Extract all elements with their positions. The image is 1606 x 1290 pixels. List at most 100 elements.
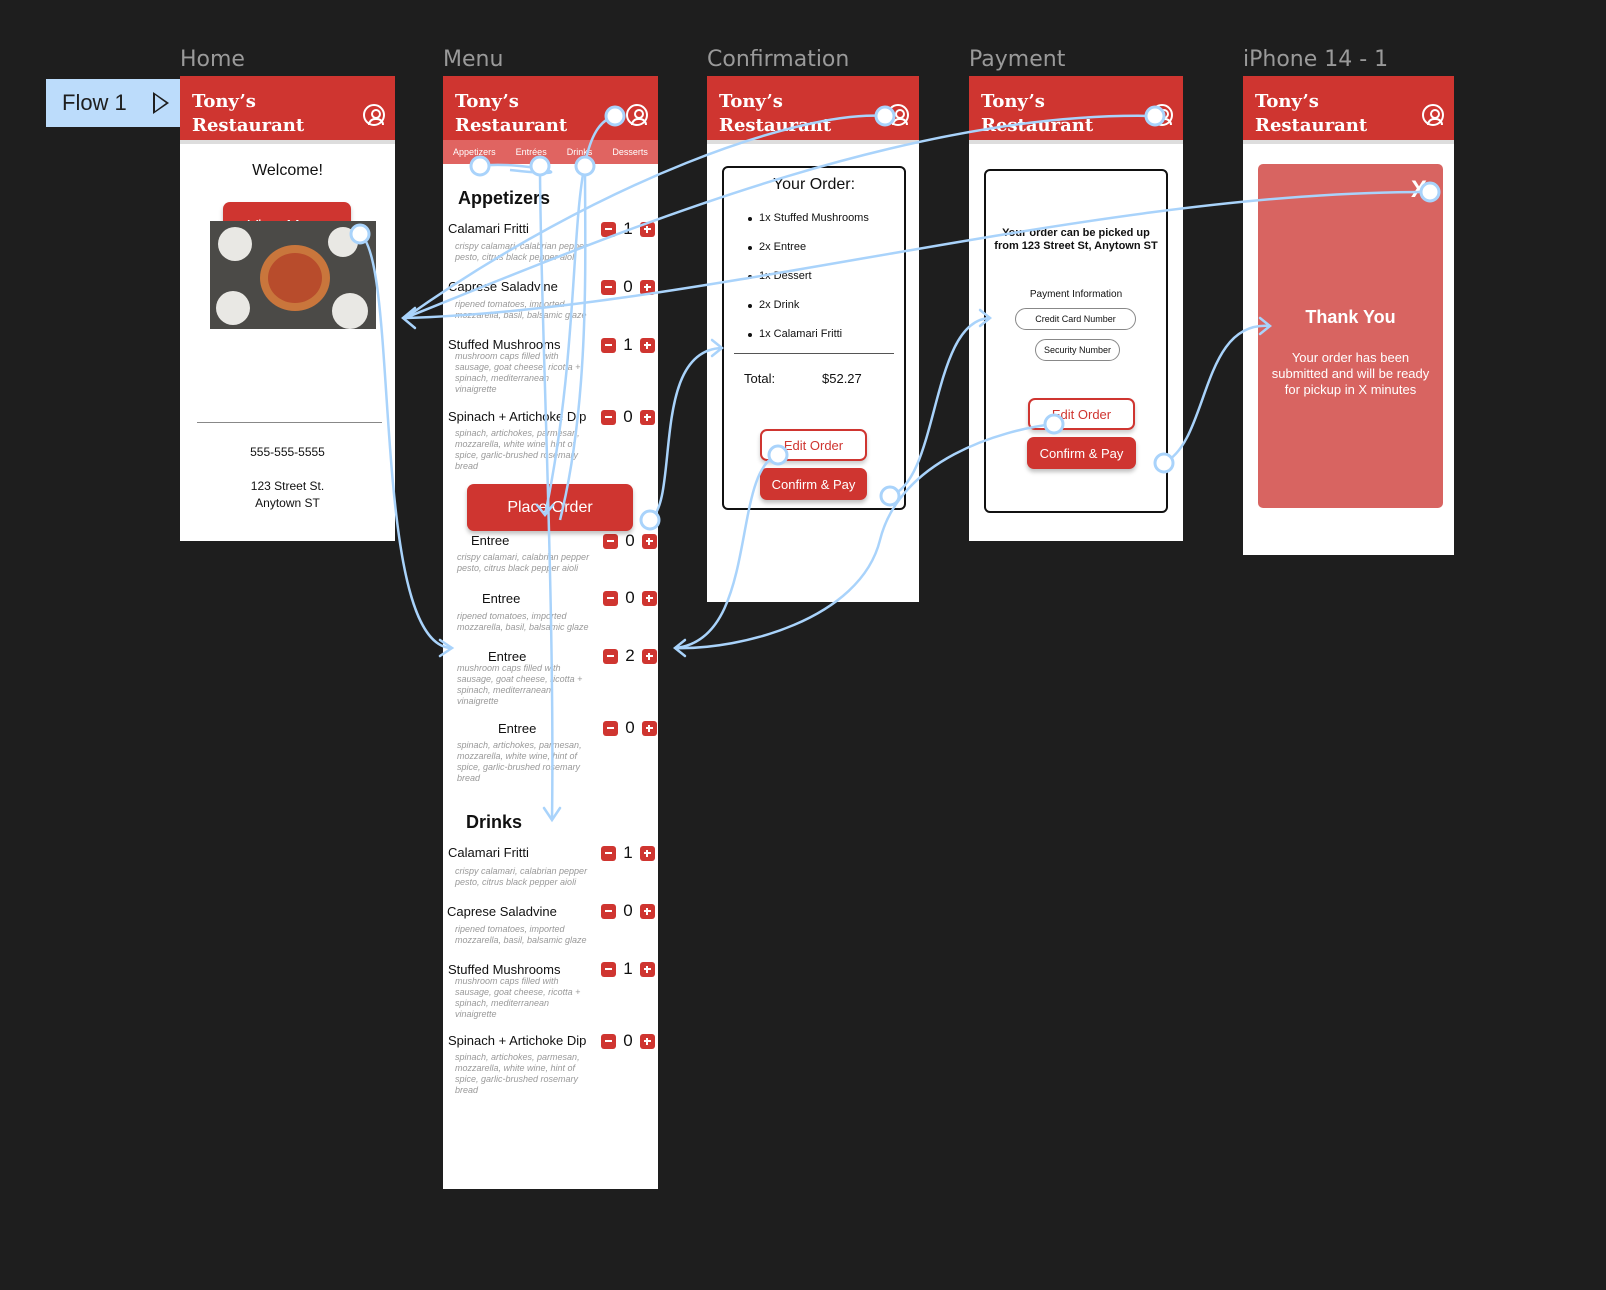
frame-label-home[interactable]: Home [180, 47, 245, 72]
tab-desserts[interactable]: Desserts [612, 147, 648, 157]
security-number-field[interactable]: Security Number [1035, 339, 1120, 361]
quantity-stepper: 0 [603, 531, 657, 551]
arrow-head-icon [401, 306, 417, 330]
order-item: 1x Calamari Fritti [747, 328, 843, 340]
user-icon[interactable] [887, 104, 909, 126]
restaurant-name: Tony’s Restaurant [719, 91, 832, 136]
divider [734, 353, 894, 354]
flow-start-badge[interactable]: Flow 1 [46, 79, 184, 127]
welcome-text: Welcome! [252, 162, 323, 179]
minus-icon[interactable] [601, 409, 616, 425]
item-description: ripened tomatoes, imported mozzarella, b… [455, 924, 587, 945]
frame-label-menu[interactable]: Menu [443, 47, 503, 72]
plus-icon[interactable] [640, 845, 655, 861]
item-name: Caprese Saladvine [448, 279, 558, 294]
header-shadow [180, 140, 395, 144]
plus-icon[interactable] [642, 590, 657, 606]
item-name: Entree [488, 649, 527, 664]
plus-icon[interactable] [642, 648, 657, 664]
item-name: Calamari Fritti [448, 221, 529, 236]
quantity-value: 1 [623, 219, 633, 238]
quantity-value: 0 [623, 901, 633, 920]
quantity-value: 0 [623, 407, 633, 426]
menu-tabs: Appetizers Entrées Drinks Desserts [443, 140, 658, 164]
minus-icon[interactable] [601, 337, 616, 353]
quantity-value: 0 [625, 531, 635, 550]
frame-label-confirmation[interactable]: Confirmation [707, 47, 849, 72]
arrow-head-icon [672, 638, 687, 658]
play-icon[interactable] [152, 92, 169, 114]
address-line2: Anytown ST [255, 496, 320, 510]
thank-you-card: X Thank You Your order has been submitte… [1258, 164, 1443, 508]
quantity-stepper: 1 [601, 959, 655, 979]
frame-label-iphone[interactable]: iPhone 14 - 1 [1243, 47, 1388, 72]
user-icon[interactable] [1422, 104, 1444, 126]
minus-icon[interactable] [603, 590, 618, 606]
item-name: Caprese Saladvine [447, 904, 557, 919]
user-icon[interactable] [363, 104, 385, 126]
quantity-value: 0 [623, 1031, 633, 1050]
minus-icon[interactable] [601, 221, 616, 237]
drinks-heading: Drinks [466, 812, 523, 832]
minus-icon[interactable] [601, 961, 616, 977]
minus-icon[interactable] [603, 533, 618, 549]
plus-icon[interactable] [640, 961, 655, 977]
thank-you-screen: Tony’s Restaurant X Thank You Your order… [1243, 76, 1454, 555]
place-order-button[interactable]: Place Order [467, 484, 633, 531]
item-description: mushroom caps filled with sausage, goat … [457, 663, 583, 706]
credit-card-field[interactable]: Credit Card Number [1015, 308, 1136, 330]
payment-info-title: Payment Information [1029, 289, 1123, 300]
confirmation-screen: Tony’s Restaurant Your Order: 1x Stuffed… [707, 76, 919, 602]
item-name: Stuffed Mushrooms [448, 337, 561, 352]
phone-number: 555-555-5555 [250, 445, 325, 459]
quantity-value: 1 [623, 335, 633, 354]
plus-icon[interactable] [640, 221, 655, 237]
tab-entrees[interactable]: Entrées [516, 147, 547, 157]
item-description: crispy calamari, calabrian pepper pesto,… [455, 866, 588, 887]
minus-icon[interactable] [601, 903, 616, 919]
minus-icon[interactable] [603, 648, 618, 664]
quantity-stepper: 1 [601, 219, 655, 239]
appetizers-heading: Appetizers [458, 188, 551, 208]
edit-order-button[interactable]: Edit Order [1028, 398, 1135, 430]
confirm-pay-button[interactable]: Confirm & Pay [1027, 437, 1136, 469]
user-icon[interactable] [626, 104, 648, 126]
plus-icon[interactable] [642, 720, 657, 736]
item-name: Stuffed Mushrooms [448, 962, 561, 977]
quantity-value: 0 [625, 588, 635, 607]
minus-icon[interactable] [601, 1033, 616, 1049]
minus-icon[interactable] [601, 845, 616, 861]
confirm-pay-button[interactable]: Confirm & Pay [760, 468, 867, 500]
plus-icon[interactable] [642, 533, 657, 549]
user-icon[interactable] [1151, 104, 1173, 126]
quantity-stepper: 0 [603, 588, 657, 608]
close-icon[interactable]: X [1411, 176, 1427, 204]
frame-label-payment[interactable]: Payment [969, 47, 1065, 72]
restaurant-name: Tony’s Restaurant [1255, 91, 1368, 136]
order-item: 1x Dessert [748, 270, 812, 282]
restaurant-name: Tony’s Restaurant [455, 91, 568, 136]
plus-icon[interactable] [640, 409, 655, 425]
plus-icon[interactable] [640, 337, 655, 353]
order-title: Your Order: [772, 176, 856, 193]
item-description: ripened tomatoes, imported mozzarella, b… [457, 611, 589, 632]
restaurant-name: Tony’s Restaurant [192, 91, 305, 136]
tab-appetizers[interactable]: Appetizers [453, 147, 496, 157]
minus-icon[interactable] [603, 720, 618, 736]
minus-icon[interactable] [601, 279, 616, 295]
order-item: 2x Entree [747, 241, 807, 253]
app-header: Tony’s Restaurant [443, 76, 658, 140]
flow-label: Flow 1 [62, 90, 127, 115]
tab-drinks[interactable]: Drinks [567, 147, 593, 157]
plus-icon[interactable] [640, 903, 655, 919]
total-label: Total: [744, 371, 776, 386]
header-shadow [1243, 140, 1454, 144]
plus-icon[interactable] [640, 279, 655, 295]
item-description: spinach, artichokes, parmesan, mozzarell… [457, 740, 582, 783]
plus-icon[interactable] [640, 1033, 655, 1049]
quantity-stepper: 0 [601, 407, 655, 427]
quantity-stepper: 0 [601, 1031, 655, 1051]
item-description: ripened tomatoes, imported mozzarella, b… [455, 299, 587, 320]
item-description: crispy calamari, calabrian pepper pesto,… [457, 552, 590, 573]
edit-order-button[interactable]: Edit Order [760, 429, 867, 461]
